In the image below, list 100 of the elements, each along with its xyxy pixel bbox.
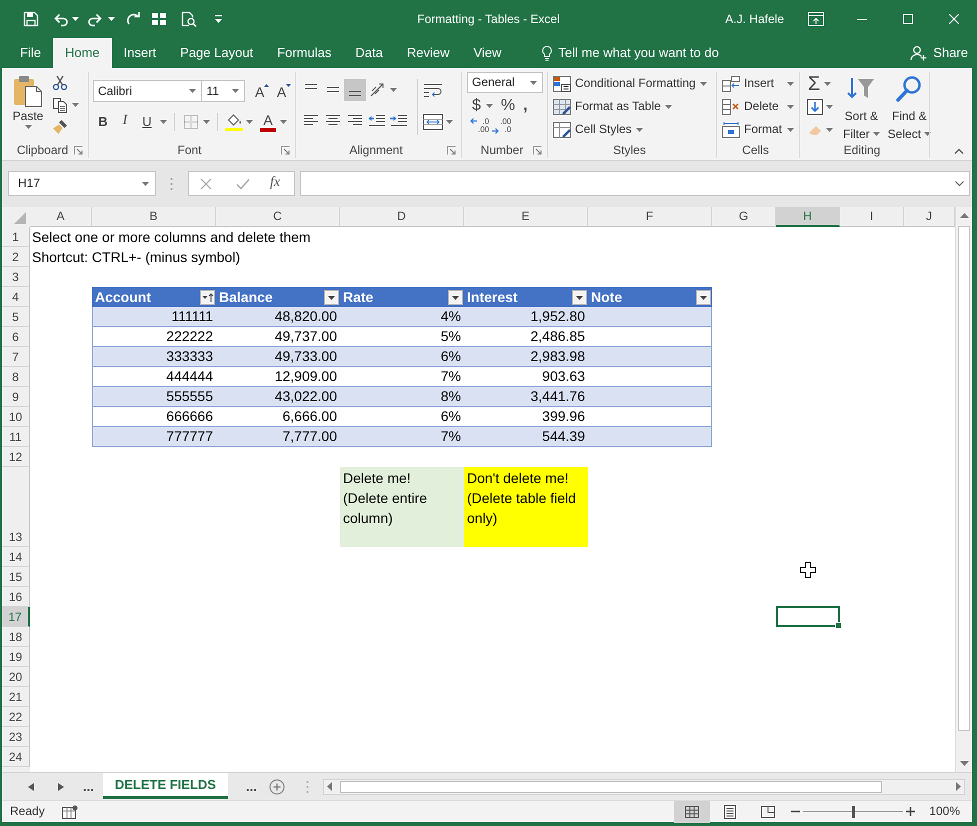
- ribbon-tab[interactable]: Data: [343, 38, 395, 68]
- row-header[interactable]: 10: [2, 407, 30, 427]
- comma-style-button[interactable]: ,: [523, 96, 528, 116]
- caret-icon[interactable]: [824, 82, 831, 86]
- paste-button[interactable]: Paste: [12, 75, 44, 143]
- number-format-dropdown[interactable]: General: [467, 72, 543, 93]
- column-header[interactable]: A: [30, 207, 92, 227]
- sort-filter-icon[interactable]: [200, 290, 215, 304]
- row-header[interactable]: 14: [2, 547, 30, 567]
- dialog-launcher-icon[interactable]: [281, 146, 290, 155]
- fill-color-icon[interactable]: [225, 112, 243, 130]
- grip-icon[interactable]: [306, 780, 309, 794]
- column-header[interactable]: B: [92, 207, 216, 227]
- row-header[interactable]: 19: [2, 647, 30, 667]
- caret-icon[interactable]: [787, 128, 794, 132]
- tell-me-field[interactable]: Tell me what you want to do: [558, 45, 738, 61]
- expand-icon[interactable]: [955, 181, 964, 186]
- font-size-dropdown[interactable]: 11: [202, 80, 246, 102]
- decrease-decimal-button[interactable]: .00 .0: [492, 118, 512, 134]
- caret-icon[interactable]: [203, 120, 210, 124]
- lightbulb-icon[interactable]: [541, 45, 554, 61]
- scrollbar-thumb[interactable]: [958, 226, 970, 731]
- grid-icon[interactable]: [151, 11, 167, 27]
- zoom-slider-thumb[interactable]: [852, 806, 856, 818]
- ribbon-display-icon[interactable]: [808, 12, 824, 26]
- close-icon[interactable]: [949, 14, 959, 24]
- name-box[interactable]: H17: [8, 171, 156, 196]
- insert-button[interactable]: Insert: [722, 72, 794, 95]
- row-header[interactable]: 22: [2, 707, 30, 727]
- share-button[interactable]: Share: [910, 45, 968, 61]
- scroll-left-icon[interactable]: [28, 782, 34, 790]
- dialog-launcher-icon[interactable]: [74, 146, 83, 155]
- bold-button[interactable]: B: [92, 112, 114, 132]
- ribbon-tab[interactable]: Formulas: [265, 38, 344, 68]
- row-header[interactable]: 24: [2, 747, 30, 767]
- caret-icon[interactable]: [246, 120, 253, 124]
- merge-cells-icon[interactable]: [423, 114, 443, 130]
- fill-handle[interactable]: [835, 622, 842, 629]
- font-color-button[interactable]: A: [260, 111, 276, 132]
- caret-icon[interactable]: [232, 89, 240, 93]
- dialog-launcher-icon[interactable]: [533, 146, 542, 155]
- row-header[interactable]: 15: [2, 567, 30, 587]
- row-header[interactable]: 7: [2, 347, 30, 367]
- filter-dropdown-icon[interactable]: [572, 290, 587, 304]
- horizontal-scrollbar[interactable]: [322, 778, 965, 794]
- caret-icon[interactable]: [72, 103, 79, 107]
- caret-icon[interactable]: [108, 17, 115, 21]
- ribbon-tab[interactable]: Page Layout: [168, 38, 266, 68]
- increase-decimal-button[interactable]: .0 .00: [470, 118, 490, 134]
- caret-icon[interactable]: [189, 89, 196, 93]
- column-header[interactable]: J: [904, 207, 955, 227]
- column-header[interactable]: G: [712, 207, 776, 227]
- caret-icon[interactable]: [160, 120, 167, 124]
- shrink-font-button[interactable]: A: [273, 80, 295, 102]
- row-header[interactable]: 17: [2, 607, 30, 627]
- caret-icon[interactable]: [872, 132, 880, 136]
- caret-icon[interactable]: [486, 104, 493, 108]
- caret-icon[interactable]: [826, 104, 833, 108]
- save-icon[interactable]: [23, 11, 39, 27]
- dialog-launcher-icon[interactable]: [447, 146, 456, 155]
- format-as-table-button[interactable]: Format as Table: [553, 95, 716, 118]
- cell-styles-button[interactable]: Cell Styles: [553, 118, 716, 141]
- caret-icon[interactable]: [24, 125, 32, 130]
- row-header[interactable]: 1: [2, 227, 30, 247]
- vertical-scrollbar[interactable]: [955, 207, 972, 772]
- find-select-button[interactable]: Find & Select: [888, 74, 932, 143]
- conditional-formatting-button[interactable]: Conditional Formatting: [553, 72, 716, 95]
- row-header[interactable]: 21: [2, 687, 30, 707]
- repeat-icon[interactable]: [126, 11, 142, 27]
- new-sheet-icon[interactable]: [268, 778, 285, 794]
- column-header[interactable]: C: [216, 207, 340, 227]
- redo-icon[interactable]: [87, 11, 103, 27]
- bottom-align-icon[interactable]: [344, 79, 366, 101]
- insert-function-button[interactable]: fx: [270, 175, 280, 192]
- caret-icon[interactable]: [787, 82, 794, 86]
- formula-input[interactable]: [300, 171, 970, 196]
- caret-icon[interactable]: [280, 120, 287, 124]
- caret-icon[interactable]: [787, 104, 794, 108]
- borders-icon[interactable]: [183, 114, 199, 130]
- undo-icon[interactable]: [53, 11, 69, 27]
- normal-view-icon[interactable]: [674, 800, 710, 822]
- caret-icon[interactable]: [446, 120, 453, 124]
- row-header[interactable]: 18: [2, 627, 30, 647]
- row-header[interactable]: 6: [2, 327, 30, 347]
- caret-icon[interactable]: [530, 80, 537, 84]
- underline-button[interactable]: U: [136, 112, 158, 132]
- row-header[interactable]: 16: [2, 587, 30, 607]
- scrollbar-thumb[interactable]: [340, 780, 882, 792]
- currency-button[interactable]: $: [472, 96, 481, 116]
- zoom-in-icon[interactable]: [906, 807, 916, 816]
- delete-button[interactable]: Delete: [722, 95, 794, 118]
- caret-icon[interactable]: [142, 182, 149, 186]
- more-sheets-button[interactable]: ...: [246, 778, 257, 794]
- row-header[interactable]: 11: [2, 427, 30, 447]
- column-header[interactable]: I: [840, 207, 904, 227]
- maximize-icon[interactable]: [903, 14, 913, 24]
- italic-button[interactable]: I: [114, 112, 136, 132]
- brush-icon[interactable]: [52, 119, 68, 135]
- ribbon-tab[interactable]: Home: [52, 38, 112, 68]
- ribbon-tab[interactable]: View: [461, 38, 514, 68]
